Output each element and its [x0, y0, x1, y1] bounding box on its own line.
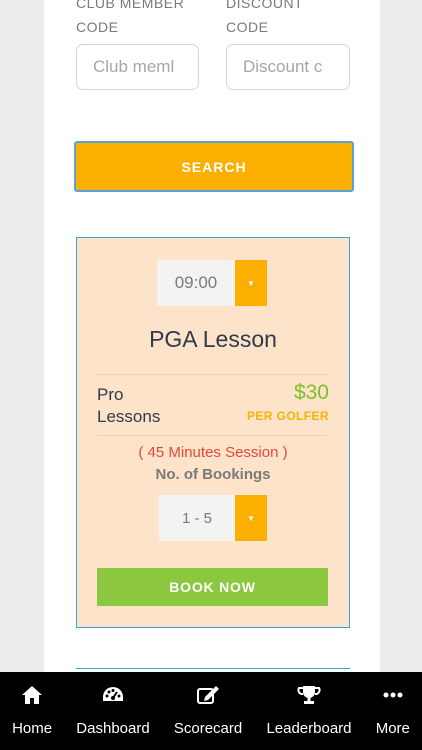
bookings-select[interactable]: 1 - 5 ▼	[159, 495, 267, 541]
scorecard-icon	[196, 684, 220, 706]
session-duration: ( 45 Minutes Session )	[138, 444, 288, 461]
divider	[97, 435, 327, 436]
tab-leaderboard[interactable]: Leaderboard	[266, 684, 352, 737]
more-icon	[381, 684, 405, 706]
bookings-label: No. of Bookings	[155, 466, 271, 483]
booking-page: CLUB MEMBER CODE DISCOUNT CODE SEARCH 09…	[44, 0, 380, 672]
tab-label: More	[375, 720, 410, 737]
tab-label: Leaderboard	[266, 720, 352, 737]
trophy-icon	[297, 684, 321, 706]
tab-label: Dashboard	[76, 720, 150, 737]
tab-home[interactable]: Home	[12, 684, 52, 737]
time-select[interactable]: 09:00 ▼	[157, 260, 267, 306]
home-icon	[20, 684, 44, 706]
discount-label: DISCOUNT CODE	[226, 0, 303, 36]
club-member-label-line2: CODE	[76, 19, 119, 35]
pro-lessons-label: Pro Lessons	[97, 385, 161, 426]
search-button[interactable]: SEARCH	[74, 141, 354, 192]
tab-label: Home	[12, 720, 53, 737]
discount-label-line2: CODE	[226, 19, 269, 35]
lesson-title: PGA Lesson	[149, 326, 277, 352]
discount-label-line1: DISCOUNT	[226, 0, 304, 11]
club-member-label-line1: CLUB MEMBER	[76, 0, 185, 11]
per-golfer-label: PER GOLFER	[246, 409, 329, 423]
club-member-label: CLUB MEMBER CODE	[76, 0, 184, 36]
bottom-tab-bar: Home Dashboard Scorecard Leaderboard Mor…	[0, 672, 422, 750]
club-member-input[interactable]	[76, 44, 199, 90]
time-select-value: 09:00	[157, 260, 235, 306]
tab-scorecard[interactable]: Scorecard	[174, 684, 242, 737]
book-now-button[interactable]: BOOK NOW	[97, 568, 328, 606]
bookings-select-value: 1 - 5	[159, 495, 235, 541]
chevron-down-icon: ▼	[235, 495, 267, 541]
discount-input[interactable]	[226, 44, 350, 90]
tab-more[interactable]: More	[376, 684, 410, 737]
tab-dashboard[interactable]: Dashboard	[76, 684, 150, 737]
chevron-down-icon: ▼	[235, 260, 267, 306]
divider	[97, 374, 327, 375]
lesson-card: 09:00 ▼ PGA Lesson Pro Lessons $30 PER G…	[76, 237, 350, 628]
tab-label: Scorecard	[173, 720, 243, 737]
price: $30	[293, 381, 329, 404]
dashboard-icon	[101, 684, 125, 706]
